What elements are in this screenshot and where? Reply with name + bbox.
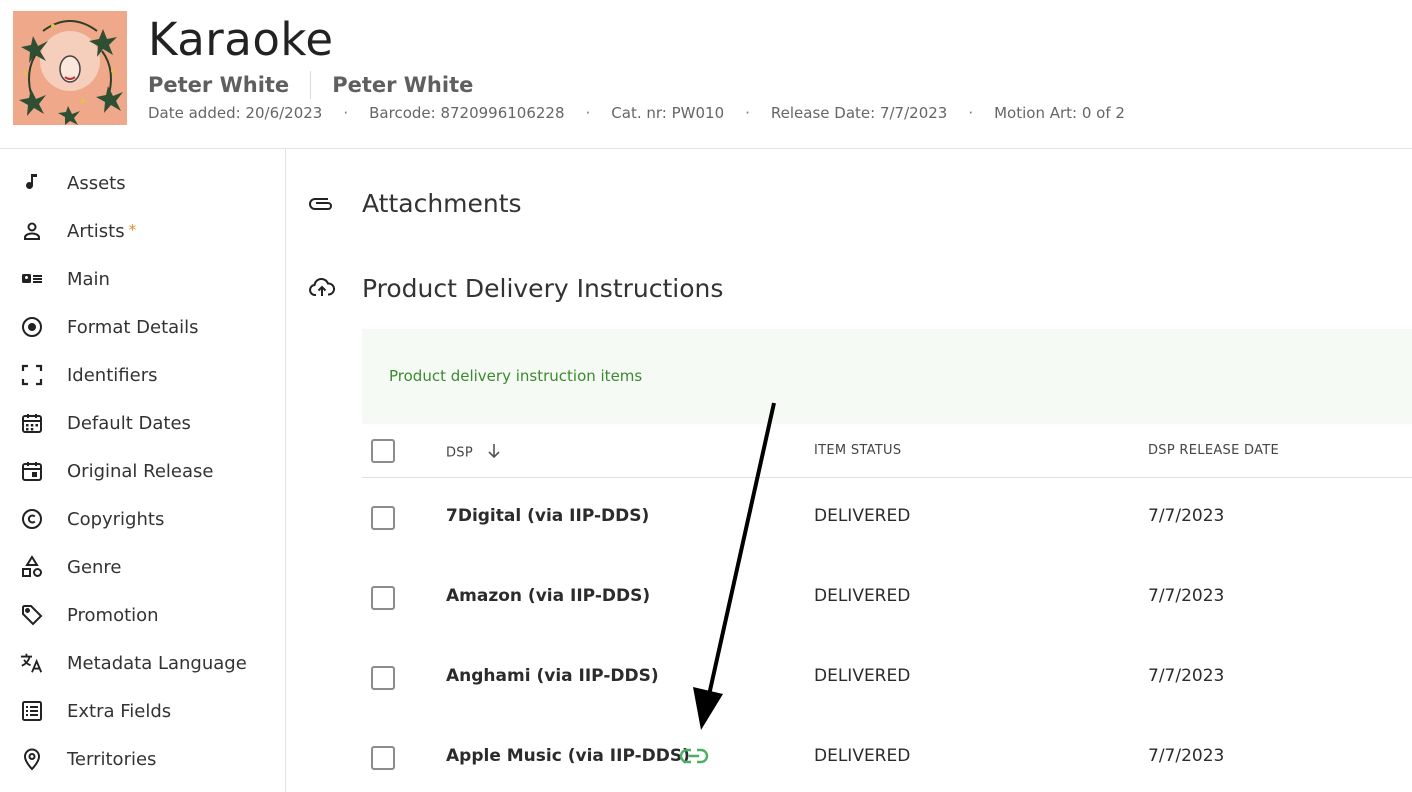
artist-name[interactable]: Peter White (332, 73, 473, 97)
sidebar-item-promotion[interactable]: Promotion (0, 595, 285, 635)
date-added: Date added: 20/6/2023 (148, 104, 323, 122)
meta-separator: · (745, 104, 750, 122)
row-checkbox[interactable] (371, 666, 395, 690)
sidebar-item-label: Territories (67, 748, 157, 770)
meta-separator: · (343, 104, 349, 122)
item-status: DELIVERED (814, 506, 911, 526)
artist-name[interactable]: Peter White (148, 73, 289, 97)
required-marker: * (128, 220, 137, 239)
sidebar-item-label: Format Details (67, 316, 199, 338)
column-header-dsp-release-date[interactable]: DSP RELEASE DATE (1148, 443, 1279, 458)
album-cover (13, 11, 127, 125)
attachments-title: Attachments (362, 188, 522, 218)
motion-art: Motion Art: 0 of 2 (994, 104, 1125, 122)
sidebar-item-genre[interactable]: Genre (0, 547, 285, 587)
release-title: Karaoke (148, 13, 334, 66)
sidebar-item-territories[interactable]: Territories (0, 739, 285, 779)
dsp-name: Anghami (via IIP-DDS) (446, 666, 659, 686)
translate-icon (20, 651, 44, 675)
dsp-release-date: 7/7/2023 (1148, 666, 1225, 686)
item-status: DELIVERED (814, 586, 911, 606)
sidebar-item-label: Artists * (67, 220, 137, 242)
sidebar-item-original-release[interactable]: Original Release (0, 451, 285, 491)
calendar-grid-icon (20, 411, 44, 435)
disc-icon (20, 315, 44, 339)
row-checkbox[interactable] (371, 506, 395, 530)
table-row[interactable]: Apple Music (via IIP-DDS) DELIVERED 7/7/… (362, 718, 1412, 792)
sort-arrow-down-icon[interactable] (487, 443, 501, 463)
pdi-items-banner: Product delivery instruction items (362, 329, 1412, 424)
column-header-item-status[interactable]: ITEM STATUS (814, 443, 901, 458)
dsp-release-date: 7/7/2023 (1148, 506, 1225, 526)
sidebar-item-default-dates[interactable]: Default Dates (0, 403, 285, 443)
release-date: Release Date: 7/7/2023 (770, 104, 948, 122)
sidebar-item-label: Assets (67, 172, 126, 194)
sidebar-item-metadata-language[interactable]: Metadata Language (0, 643, 285, 683)
pdi-items-caption: Product delivery instruction items (389, 367, 643, 385)
sidebar-item-main[interactable]: Main (0, 259, 285, 299)
sidebar-item-assets[interactable]: Assets (0, 163, 285, 203)
sidebar-item-label: Promotion (67, 604, 159, 626)
sidebar-item-label: Default Dates (67, 412, 191, 434)
sidebar-item-copyrights[interactable]: Copyrights (0, 499, 285, 539)
dsp-name: Apple Music (via IIP-DDS) (446, 746, 690, 766)
dsp-name: Amazon (via IIP-DDS) (446, 586, 651, 606)
pdi-section[interactable]: Product Delivery Instructions (308, 274, 723, 303)
sidebar-item-label: Metadata Language (67, 652, 247, 674)
sidebar-item-label: Copyrights (67, 508, 165, 530)
select-all-checkbox[interactable] (371, 439, 395, 463)
location-pin-icon (20, 747, 44, 771)
scan-frame-icon (20, 363, 44, 387)
sidebar-nav: Assets Artists * Main Format Details Iden… (0, 149, 286, 792)
row-checkbox[interactable] (371, 746, 395, 770)
item-status: DELIVERED (814, 666, 911, 686)
person-icon (20, 219, 44, 243)
dsp-release-date: 7/7/2023 (1148, 746, 1225, 766)
music-note-icon (20, 171, 44, 195)
shapes-icon (20, 555, 44, 579)
release-artists: Peter White Peter White (148, 70, 473, 100)
table-row[interactable]: Anghami (via IIP-DDS) DELIVERED 7/7/2023 (362, 638, 1412, 718)
dsp-release-date: 7/7/2023 (1148, 586, 1225, 606)
meta-separator: · (585, 104, 591, 122)
annotation-arrow-icon (693, 402, 776, 730)
dsp-name: 7Digital (via IIP-DDS) (446, 506, 650, 526)
sidebar-item-extra-fields[interactable]: Extra Fields (0, 691, 285, 731)
release-meta: Date added: 20/6/2023 · Barcode: 8720996… (148, 102, 1125, 124)
catalog-number: Cat. nr: PW010 (611, 104, 725, 122)
pdi-title: Product Delivery Instructions (362, 273, 724, 303)
artist-divider (310, 71, 312, 99)
attachments-section[interactable]: Attachments (308, 189, 522, 218)
column-header-dsp[interactable]: DSP (446, 443, 501, 463)
table-row[interactable]: 7Digital (via IIP-DDS) DELIVERED 7/7/202… (362, 478, 1412, 558)
paperclip-icon (308, 189, 336, 217)
copyright-icon (20, 507, 44, 531)
sidebar-item-artists[interactable]: Artists * (0, 211, 285, 251)
item-status: DELIVERED (814, 746, 911, 766)
id-card-icon (20, 267, 44, 291)
calendar-event-icon (20, 459, 44, 483)
meta-separator: · (968, 104, 974, 122)
sidebar-item-label: Identifiers (67, 364, 158, 386)
row-checkbox[interactable] (371, 586, 395, 610)
sidebar-item-identifiers[interactable]: Identifiers (0, 355, 285, 395)
list-box-icon (20, 699, 44, 723)
barcode: Barcode: 8720996106228 (369, 104, 565, 122)
table-header: DSP ITEM STATUS DSP RELEASE DATE (362, 424, 1412, 478)
link-icon[interactable] (679, 746, 709, 766)
table-row[interactable]: Amazon (via IIP-DDS) DELIVERED 7/7/2023 (362, 558, 1412, 638)
release-header: Karaoke Peter White Peter White Date add… (0, 0, 1412, 149)
sidebar-item-label: Extra Fields (67, 700, 172, 722)
cloud-upload-icon (308, 274, 336, 302)
sidebar-item-label: Genre (67, 556, 122, 578)
sidebar-item-label: Original Release (67, 460, 214, 482)
sidebar-item-label: Main (67, 268, 110, 290)
tag-icon (20, 603, 44, 627)
sidebar-item-format-details[interactable]: Format Details (0, 307, 285, 347)
